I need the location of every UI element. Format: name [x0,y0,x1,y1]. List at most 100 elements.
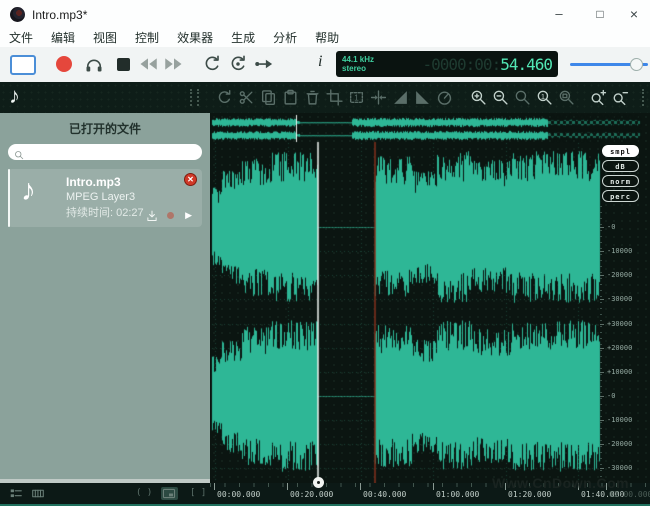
miniature-view-toggle-icon[interactable] [161,487,178,500]
minimize-button[interactable]: – [543,0,575,28]
files-tab-note-icon[interactable]: ♪ [9,83,20,109]
time-display: 44.1 kHz stereo -0000:00:54.460 [336,51,558,77]
monitor-headphones-button[interactable] [84,54,104,74]
loop-indicator-icon[interactable]: [ ] [190,487,207,500]
window-title: Intro.mp3* [32,8,87,22]
menu-item-5[interactable]: 生成 [222,30,264,47]
timeline-label: 01:20.000 [508,490,551,499]
timeline-tick [287,483,288,490]
timeline-tick [433,483,434,490]
timeline-label: 00:40.000 [363,490,406,499]
timeline-label: 00:20.000 [290,490,333,499]
ruler-label: -30000 [607,295,632,303]
zoom-one-icon[interactable]: 1 [536,89,553,106]
ruler-label: -20000 [607,271,632,279]
timeline-tick [214,483,215,490]
scale-dB-button[interactable]: dB [602,160,639,172]
redo-icon[interactable] [216,89,233,106]
files-panel: 已打开的文件 ♪ Intro.mp3 MPEG Layer3 持续时间: 02:… [0,113,210,479]
menu-item-3[interactable]: 控制 [126,30,168,47]
maximize-button[interactable]: □ [584,0,616,28]
playhead-handle[interactable] [313,477,324,488]
file-card[interactable]: ♪ Intro.mp3 MPEG Layer3 持续时间: 02:27 ✕ ▶ [8,169,202,227]
menu-item-0[interactable]: 文件 [0,30,42,47]
copy-icon[interactable] [260,89,277,106]
delete-icon[interactable] [304,89,321,106]
rewind-button[interactable] [138,54,158,74]
app-icon [10,7,25,22]
timeline-tick [360,483,361,490]
scale-smpl-button[interactable]: smpl [602,145,639,157]
volume-knob[interactable] [630,58,643,71]
menu-item-1[interactable]: 编辑 [42,30,84,47]
selection-tool-button[interactable] [10,55,36,75]
amplitude-ruler-ticks [600,206,602,482]
ruler-label: -0 [607,392,615,400]
volume-slider[interactable] [570,58,648,72]
file-search-box[interactable] [8,144,202,160]
cut-icon[interactable] [238,89,255,106]
ruler-label: -10000 [607,247,632,255]
ocenaudio-window: Intro.mp3* – □ × 文件编辑视图控制效果器生成分析帮助 i 44.… [0,0,650,506]
file-list-toggle-icon[interactable] [8,487,25,500]
toolbar-grip[interactable] [190,89,199,106]
ruler-label: +10000 [607,368,632,376]
search-input[interactable] [24,145,202,159]
split-icon[interactable] [370,89,387,106]
sample-rate-label: 44.1 kHz [342,55,404,64]
ruler-label: -20000 [607,440,632,448]
file-format: MPEG Layer3 [66,191,144,203]
file-close-button[interactable]: ✕ [184,173,197,186]
menu-item-4[interactable]: 效果器 [168,30,222,47]
selection-indicator-icon[interactable]: ( ) [136,487,153,500]
vertical-zoom-out-icon[interactable] [612,89,629,106]
keyboard-view-toggle-icon[interactable] [30,487,47,500]
file-download-icon[interactable] [146,209,158,221]
time-counter: -0000:00:54.460 [404,55,558,74]
zoom-selection-icon[interactable] [514,89,531,106]
zoom-out-icon[interactable] [492,89,509,106]
loop-selection-button[interactable] [228,54,248,74]
loop-button[interactable] [202,54,222,74]
menu-item-6[interactable]: 分析 [264,30,306,47]
scale-norm-button[interactable]: norm [602,175,639,187]
play-from-cursor-button[interactable] [254,54,274,74]
files-panel-title: 已打开的文件 [0,113,210,137]
close-button[interactable]: × [618,0,650,28]
info-button[interactable]: i [318,53,338,73]
timeline-label: 01:00.000 [436,490,479,499]
forward-button[interactable] [164,54,184,74]
search-icon [14,147,24,157]
file-play-button[interactable]: ▶ [185,210,192,221]
svg-text:1: 1 [541,92,545,101]
insert-silence-icon[interactable]: 1 [348,89,365,106]
stop-button[interactable] [117,58,130,71]
toolbar-grip-right[interactable] [642,89,649,106]
edit-toolbar: ♪ 1 1 [0,82,650,113]
gain-icon[interactable] [436,89,453,106]
ruler-label: +20000 [607,344,632,352]
fade-out-icon[interactable] [414,89,431,106]
menu-item-2[interactable]: 视图 [84,30,126,47]
record-button[interactable] [56,56,72,72]
paste-icon[interactable] [282,89,299,106]
zoom-all-icon[interactable] [558,89,575,106]
title-bar: Intro.mp3* – □ × [0,0,650,30]
fade-in-icon[interactable] [392,89,409,106]
menu-item-7[interactable]: 帮助 [306,30,348,47]
svg-text:1: 1 [354,93,359,103]
amplitude-ruler: -0-10000-20000-30000+30000+20000+10000-0… [210,113,650,483]
transport-toolbar: i 44.1 kHz stereo -0000:00:54.460 [0,47,650,82]
vertical-zoom-in-icon[interactable] [590,89,607,106]
file-duration: 持续时间: 02:27 [66,204,144,220]
time-counter-value: 54.460 [500,55,552,74]
ruler-label: -10000 [607,416,632,424]
timeline-label: 00:00.000 [217,490,260,499]
trim-icon[interactable] [326,89,343,106]
file-status-dot [167,212,174,219]
ruler-label: -0 [607,223,615,231]
file-card-accent [8,169,10,227]
waveform-area[interactable]: -0-10000-20000-30000+30000+20000+10000-0… [210,113,650,483]
scale-perc-button[interactable]: perc [602,190,639,202]
zoom-in-icon[interactable] [470,89,487,106]
